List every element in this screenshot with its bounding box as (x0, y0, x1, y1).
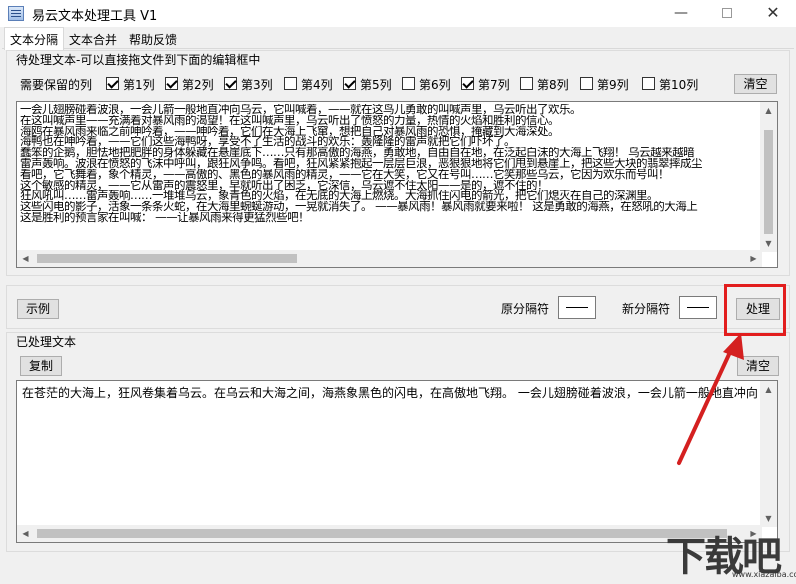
title-bar: 易云文本处理工具 V1 — ✕ (0, 0, 796, 27)
result-text: 在苍茫的大海上，狂风卷集着乌云。在乌云和大海之间，海燕象黑色的闪电，在高傲地飞翔… (22, 386, 762, 400)
source-text-line: 看吧，它飞舞着，象个精灵，——高傲的、黑色的暴风雨的精灵，——它在大笑，它又在号… (20, 168, 670, 180)
window-title: 易云文本处理工具 V1 (32, 9, 158, 24)
source-hscroll-thumb[interactable] (37, 254, 297, 263)
column-checkbox[interactable] (520, 77, 533, 90)
tab-help-feedback[interactable]: 帮助反馈 (124, 29, 182, 49)
source-text: 一会儿翅膀碰着波浪，一会儿箭一般地直冲向乌云，它叫喊着，——就在这鸟儿勇敢的叫喊… (20, 104, 760, 223)
scroll-left-icon[interactable]: ◀ (17, 250, 34, 267)
source-text-line: 雷声轰响。波浪在愤怒的飞沫中呼叫，跟狂风争鸣。看吧，狂风紧紧抱起一层层巨浪，恶狠… (20, 157, 703, 169)
column-checkbox-label[interactable]: 第3列 (241, 76, 273, 93)
old-separator-label: 原分隔符 (501, 302, 550, 316)
result-textarea[interactable]: 在苍茫的大海上，狂风卷集着乌云。在乌云和大海之间，海燕象黑色的闪电，在高傲地飞翔… (16, 380, 778, 543)
column-checkbox[interactable] (343, 77, 356, 90)
source-group-label: 待处理文本-可以直接拖文件到下面的编辑框中 (14, 51, 263, 68)
app-icon (8, 6, 24, 21)
column-checkbox-label[interactable]: 第4列 (301, 76, 333, 93)
scroll-right-icon[interactable]: ▶ (745, 250, 762, 267)
column-checkbox-label[interactable]: 第9列 (597, 76, 629, 93)
old-separator-input[interactable] (558, 296, 596, 319)
tab-text-merge[interactable]: 文本合并 (64, 29, 122, 49)
column-checkbox[interactable] (224, 77, 237, 90)
result-horizontal-scrollbar[interactable]: ◀ ▶ (17, 525, 762, 542)
minimize-button[interactable]: — (658, 0, 704, 27)
source-text-line: 狂风吼叫……雷声轰响……一堆堆乌云，象青色的火焰，在无底的大海上燃烧。大海抓住闪… (20, 190, 659, 202)
source-text-line: 这是胜利的预言家在叫喊： ——让暴风雨来得更猛烈些吧！ (20, 211, 310, 223)
watermark-url: www.xiazaiba.com (732, 570, 796, 579)
column-checkbox[interactable] (580, 77, 593, 90)
result-vertical-scrollbar[interactable]: ▲ ▼ (760, 381, 777, 527)
result-hscroll-thumb[interactable] (37, 529, 727, 538)
source-text-line: 在这叫喊声里——充满着对暴风雨的渴望！在这叫喊声里，乌云听出了愤怒的力量，热情的… (20, 114, 560, 126)
column-checkbox[interactable] (402, 77, 415, 90)
clear-source-button[interactable]: 清空 (734, 74, 777, 94)
column-checkbox[interactable] (106, 77, 119, 90)
sample-button[interactable]: 示例 (17, 299, 59, 319)
column-checkbox-label[interactable]: 第8列 (537, 76, 569, 93)
columns-label: 需要保留的列 (20, 78, 93, 92)
scroll-left-icon[interactable]: ◀ (17, 525, 34, 542)
scroll-up-icon[interactable]: ▲ (760, 102, 777, 119)
result-text-line: 在苍茫的大海上，狂风卷集着乌云。在乌云和大海之间，海燕象黑色的闪电，在高傲地飞翔… (22, 386, 758, 400)
column-checkbox-label[interactable]: 第10列 (659, 76, 698, 93)
column-checkbox-label[interactable]: 第6列 (419, 76, 451, 93)
new-separator-input[interactable] (679, 296, 717, 319)
controls-bar (6, 285, 790, 329)
tab-strip: 文本分隔 文本合并 帮助反馈 (2, 27, 794, 50)
source-vscroll-thumb[interactable] (764, 130, 773, 234)
source-textarea[interactable]: 一会儿翅膀碰着波浪，一会儿箭一般地直冲向乌云，它叫喊着，——就在这鸟儿勇敢的叫喊… (16, 101, 778, 268)
new-separator-label: 新分隔符 (622, 302, 671, 316)
column-checkbox-label[interactable]: 第5列 (360, 76, 392, 93)
column-checkbox[interactable] (461, 77, 474, 90)
source-horizontal-scrollbar[interactable]: ◀ ▶ (17, 250, 762, 267)
source-text-line: 海鸥在暴风雨来临之前呻吟着，——呻吟着，它们在大海上飞窜，想把自己对暴风雨的恐惧… (20, 125, 560, 137)
column-checkbox[interactable] (284, 77, 297, 90)
column-checkbox[interactable] (642, 77, 655, 90)
copy-button[interactable]: 复制 (20, 356, 62, 376)
scroll-down-icon[interactable]: ▼ (760, 235, 777, 252)
source-text-line: 一会儿翅膀碰着波浪，一会儿箭一般地直冲向乌云，它叫喊着，——就在这鸟儿勇敢的叫喊… (20, 104, 582, 115)
column-checkbox[interactable] (165, 77, 178, 90)
result-group-label: 已处理文本 (14, 333, 79, 350)
process-highlight-box (724, 284, 786, 336)
column-checkbox-label[interactable]: 第1列 (123, 76, 155, 93)
close-button[interactable]: ✕ (750, 0, 796, 27)
maximize-icon (722, 8, 732, 18)
clear-result-button[interactable]: 清空 (737, 356, 779, 376)
source-text-line: 这个敏感的精灵，——它从雷声的震怒里，早就听出了困乏，它深信，乌云遮不住太阳——… (20, 179, 549, 191)
source-text-line: 海鸭也在呻吟着，——它们这些海鸭呀，享受不了生活的战斗的欢乐：轰隆隆的雷声就把它… (20, 136, 516, 148)
source-vertical-scrollbar[interactable]: ▲ ▼ (760, 102, 777, 252)
scroll-up-icon[interactable]: ▲ (760, 381, 777, 398)
maximize-button[interactable] (704, 0, 750, 27)
watermark-logo: 下载吧 www.xiazaiba.com (662, 522, 796, 580)
source-text-line: 蠢笨的企鹅，胆怯地把肥胖的身体躲藏在悬崖底下……只有那高傲的海燕，勇敢地，自由自… (20, 147, 695, 158)
source-text-line: 这些闪电的影子，活象一条条火蛇，在大海里蜿蜒游动，一晃就消失了。 ——暴风雨！暴… (20, 201, 698, 212)
column-checkbox-label[interactable]: 第2列 (182, 76, 214, 93)
tab-text-split[interactable]: 文本分隔 (4, 27, 65, 50)
column-checkbox-label[interactable]: 第7列 (478, 76, 510, 93)
